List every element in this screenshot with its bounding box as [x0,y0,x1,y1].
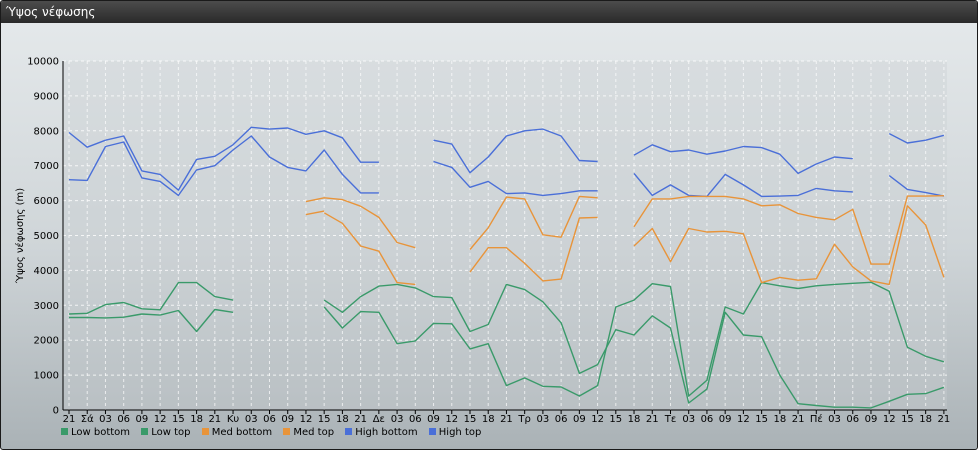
y-tick-label: 4000 [34,266,59,277]
y-axis-label: Ύψος νέφωσης (m) [14,188,26,284]
x-tick-label: 15 [464,414,477,425]
x-tick-label: 03 [391,414,404,425]
x-tick-label: Δε [373,414,385,425]
x-tick-label: 03 [245,414,258,425]
legend-label: Low bottom [71,427,131,438]
x-tick-label: Σά [81,413,94,425]
legend-swatch [428,428,436,435]
y-tick-label: 2000 [34,336,59,347]
x-tick-label: 18 [919,414,932,425]
x-tick-label: 12 [300,414,313,425]
x-tick-label: 21 [208,414,221,425]
legend-item-high-top[interactable]: High top [428,427,482,438]
x-tick-label: 03 [537,414,550,425]
legend-swatch [61,428,68,435]
legend-item-high-bottom[interactable]: High bottom [345,427,418,438]
y-tick-label: 9000 [34,91,59,102]
y-tick-label: 7000 [34,161,59,172]
x-tick-label: 21 [938,414,951,425]
x-tick-label: 21 [63,414,76,425]
x-tick-label: 06 [846,414,859,425]
x-tick-label: 21 [646,414,659,425]
chart-legend: Low bottom Low top Med bottom Med top Hi… [61,427,489,441]
x-tick-label: 12 [445,414,458,425]
x-tick-label: 18 [190,414,203,425]
x-tick-label: 18 [482,414,495,425]
legend-label: High bottom [355,427,418,438]
y-tick-label: 5000 [34,231,59,242]
x-tick-label: 09 [427,414,440,425]
legend-item-med-top[interactable]: Med top [283,427,334,438]
legend-item-low-bottom[interactable]: Low bottom [61,427,130,438]
x-tick-label: 21 [500,414,513,425]
legend-label: Med bottom [211,427,273,438]
cloud-height-chart: 0 1000 2000 3000 4000 5000 6000 7000 8000 9000 100… [14,57,951,426]
y-tick-label: 6000 [34,196,59,207]
legend-item-med-bottom[interactable]: Med bottom [201,427,273,438]
x-tick-label: 06 [409,414,422,425]
x-tick-label: Τε [664,414,677,425]
legend-swatch [283,428,291,435]
x-tick-label: 12 [591,414,604,425]
x-tick-label: Κυ [227,414,240,425]
legend-label: Low top [151,427,191,438]
x-tick-label: 09 [281,414,294,425]
x-tick-label: 09 [573,414,586,425]
x-tick-label: Πέ [810,413,823,425]
x-tick-label: 18 [773,414,786,425]
x-tick-label: 09 [719,414,732,425]
x-tick-label: 15 [755,414,768,425]
x-tick-label: 12 [737,414,750,425]
legend-label: High top [438,427,482,438]
x-tick-label: 06 [701,414,714,425]
x-tick-label: 03 [99,414,112,425]
legend-label: Med top [293,427,335,438]
x-tick-label: 09 [865,414,878,425]
y-tick-label: 0 [53,406,59,417]
x-tick-label: 03 [682,414,695,425]
y-tick-label: 10000 [27,57,59,68]
x-tick-label: Τρ [517,414,530,425]
x-tick-label: 21 [354,414,367,425]
x-tick-label: 03 [828,414,841,425]
x-tick-label: 06 [117,414,130,425]
x-tick-label: 21 [792,414,805,425]
x-tick-label: 12 [883,414,896,425]
x-tick-label: 15 [172,414,185,425]
x-tick-label: 15 [318,414,331,425]
legend-swatch [141,428,149,435]
x-tick-label: 18 [628,414,641,425]
x-tick-label: 12 [154,414,167,425]
legend-item-low-top[interactable]: Low top [141,427,191,438]
legend-swatch [201,428,209,435]
x-tick-label: 06 [263,414,276,425]
x-tick-label: 15 [609,414,622,425]
x-tick-label: 09 [136,414,149,425]
legend-swatch [345,428,353,435]
x-tick-label: 15 [901,414,914,425]
y-tick-label: 1000 [34,371,59,382]
chart-window: Ύψος νέφωσης 0 1000 2000 3000 4000 5000 6000 70… [0,0,978,450]
x-tick-label: 06 [555,414,568,425]
y-tick-label: 3000 [34,301,59,312]
x-tick-label: 18 [336,414,349,425]
y-tick-label: 8000 [34,126,59,137]
